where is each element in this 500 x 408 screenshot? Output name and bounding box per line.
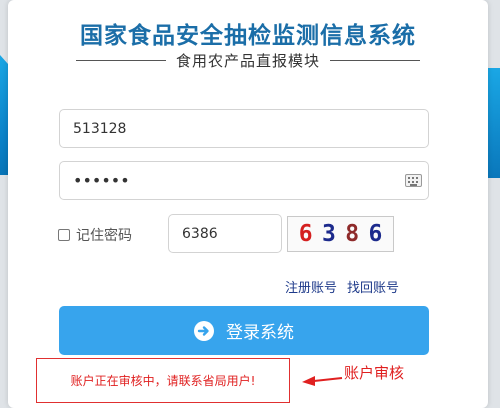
login-button[interactable]: 登录系统 xyxy=(59,306,429,355)
annotation-label: 账户审核 xyxy=(344,364,405,382)
error-message-box: 账户正在审核中，请联系省局用户! xyxy=(36,358,290,403)
remember-checkbox[interactable] xyxy=(58,229,70,241)
annotation-arrow-icon xyxy=(302,376,343,386)
username-input[interactable]: 513128 xyxy=(59,109,429,148)
captcha-input[interactable]: 6386 xyxy=(168,214,282,253)
login-button-label: 登录系统 xyxy=(226,323,294,343)
captcha-char: 3 xyxy=(321,221,336,247)
account-links: 注册账号 找回账号 xyxy=(285,277,399,296)
arrow-right-icon xyxy=(194,320,214,341)
divider-right xyxy=(330,60,421,61)
recover-account-link[interactable]: 找回账号 xyxy=(347,277,399,296)
register-link[interactable]: 注册账号 xyxy=(285,277,337,296)
captcha-char: 6 xyxy=(368,221,383,247)
subtitle-row: 食用农产品直报模块 xyxy=(76,50,421,71)
remember-password[interactable]: 记住密码 xyxy=(58,225,132,245)
keyboard-icon[interactable] xyxy=(405,174,422,187)
error-message: 账户正在审核中，请联系省局用户! xyxy=(70,374,256,388)
remember-label: 记住密码 xyxy=(76,228,132,244)
module-subtitle: 食用农产品直报模块 xyxy=(176,52,321,70)
system-title: 国家食品安全抽检监测信息系统 xyxy=(80,23,416,49)
captcha-char: 6 xyxy=(298,221,313,247)
captcha-char: 8 xyxy=(345,221,360,247)
password-mask: •••••• xyxy=(73,171,130,190)
captcha-image[interactable]: 6 3 8 6 xyxy=(287,216,394,252)
password-input[interactable]: •••••• xyxy=(59,161,429,200)
divider-left xyxy=(76,60,166,61)
